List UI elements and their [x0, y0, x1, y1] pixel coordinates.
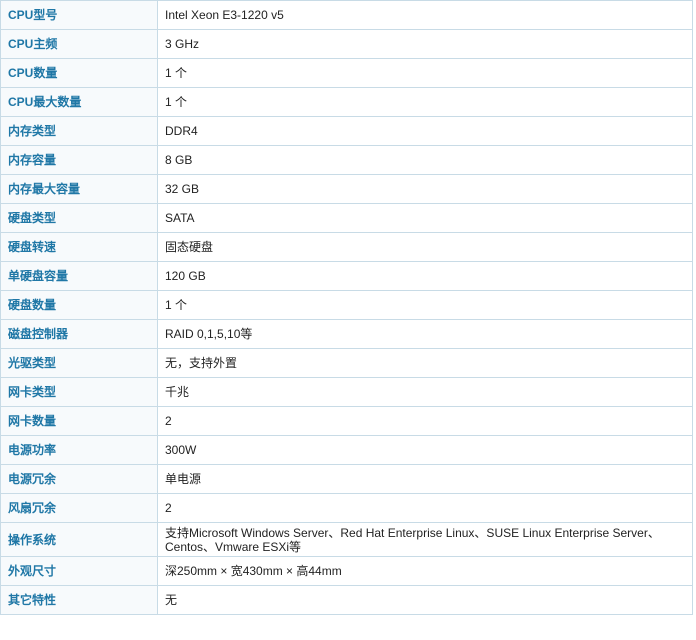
spec-row-nic-count: 网卡数量 2 — [0, 406, 693, 436]
spec-row-os: 操作系统 支持Microsoft Windows Server、Red Hat … — [0, 522, 693, 557]
spec-label: 内存类型 — [0, 116, 158, 146]
spec-label: 电源功率 — [0, 435, 158, 465]
spec-value: 300W — [157, 435, 693, 465]
spec-row-disk-count: 硬盘数量 1 个 — [0, 290, 693, 320]
spec-label: 光驱类型 — [0, 348, 158, 378]
spec-value: 深250mm × 宽430mm × 高44mm — [157, 556, 693, 586]
spec-row-optical-drive: 光驱类型 无，支持外置 — [0, 348, 693, 378]
spec-value: 支持Microsoft Windows Server、Red Hat Enter… — [157, 522, 693, 557]
spec-label: 外观尺寸 — [0, 556, 158, 586]
spec-value: 3 GHz — [157, 29, 693, 59]
spec-label: 其它特性 — [0, 585, 158, 615]
spec-label: CPU数量 — [0, 58, 158, 88]
spec-label: CPU主频 — [0, 29, 158, 59]
spec-value: 无，支持外置 — [157, 348, 693, 378]
spec-row-memory-capacity: 内存容量 8 GB — [0, 145, 693, 175]
spec-label: 网卡类型 — [0, 377, 158, 407]
spec-row-other: 其它特性 无 — [0, 585, 693, 615]
spec-value: 1 个 — [157, 87, 693, 117]
spec-row-cpu-model: CPU型号 Intel Xeon E3-1220 v5 — [0, 0, 693, 30]
spec-label: 内存最大容量 — [0, 174, 158, 204]
spec-value: 无 — [157, 585, 693, 615]
spec-value: 32 GB — [157, 174, 693, 204]
spec-row-power-redundancy: 电源冗余 单电源 — [0, 464, 693, 494]
spec-label: CPU最大数量 — [0, 87, 158, 117]
spec-value: Intel Xeon E3-1220 v5 — [157, 0, 693, 30]
spec-row-fan-redundancy: 风扇冗余 2 — [0, 493, 693, 523]
spec-row-disk-type: 硬盘类型 SATA — [0, 203, 693, 233]
spec-label: 硬盘类型 — [0, 203, 158, 233]
spec-row-cpu-frequency: CPU主频 3 GHz — [0, 29, 693, 59]
spec-value: SATA — [157, 203, 693, 233]
spec-table: CPU型号 Intel Xeon E3-1220 v5 CPU主频 3 GHz … — [0, 0, 693, 615]
spec-value: 1 个 — [157, 58, 693, 88]
spec-row-memory-type: 内存类型 DDR4 — [0, 116, 693, 146]
spec-row-nic-type: 网卡类型 千兆 — [0, 377, 693, 407]
spec-value: 千兆 — [157, 377, 693, 407]
spec-value: 120 GB — [157, 261, 693, 291]
spec-label: 内存容量 — [0, 145, 158, 175]
spec-label: 操作系统 — [0, 522, 158, 557]
spec-row-cpu-max-count: CPU最大数量 1 个 — [0, 87, 693, 117]
spec-row-disk-capacity: 单硬盘容量 120 GB — [0, 261, 693, 291]
spec-value: RAID 0,1,5,10等 — [157, 319, 693, 349]
spec-label: 磁盘控制器 — [0, 319, 158, 349]
spec-label: 电源冗余 — [0, 464, 158, 494]
spec-value: DDR4 — [157, 116, 693, 146]
spec-row-power: 电源功率 300W — [0, 435, 693, 465]
spec-label: 网卡数量 — [0, 406, 158, 436]
spec-value: 2 — [157, 406, 693, 436]
spec-value: 1 个 — [157, 290, 693, 320]
spec-label: 单硬盘容量 — [0, 261, 158, 291]
spec-row-disk-speed: 硬盘转速 固态硬盘 — [0, 232, 693, 262]
spec-row-memory-max: 内存最大容量 32 GB — [0, 174, 693, 204]
spec-value: 2 — [157, 493, 693, 523]
spec-label: CPU型号 — [0, 0, 158, 30]
spec-label: 硬盘转速 — [0, 232, 158, 262]
spec-label: 风扇冗余 — [0, 493, 158, 523]
spec-value: 固态硬盘 — [157, 232, 693, 262]
spec-row-disk-controller: 磁盘控制器 RAID 0,1,5,10等 — [0, 319, 693, 349]
spec-label: 硬盘数量 — [0, 290, 158, 320]
spec-row-dimensions: 外观尺寸 深250mm × 宽430mm × 高44mm — [0, 556, 693, 586]
spec-value: 单电源 — [157, 464, 693, 494]
spec-value: 8 GB — [157, 145, 693, 175]
spec-row-cpu-count: CPU数量 1 个 — [0, 58, 693, 88]
